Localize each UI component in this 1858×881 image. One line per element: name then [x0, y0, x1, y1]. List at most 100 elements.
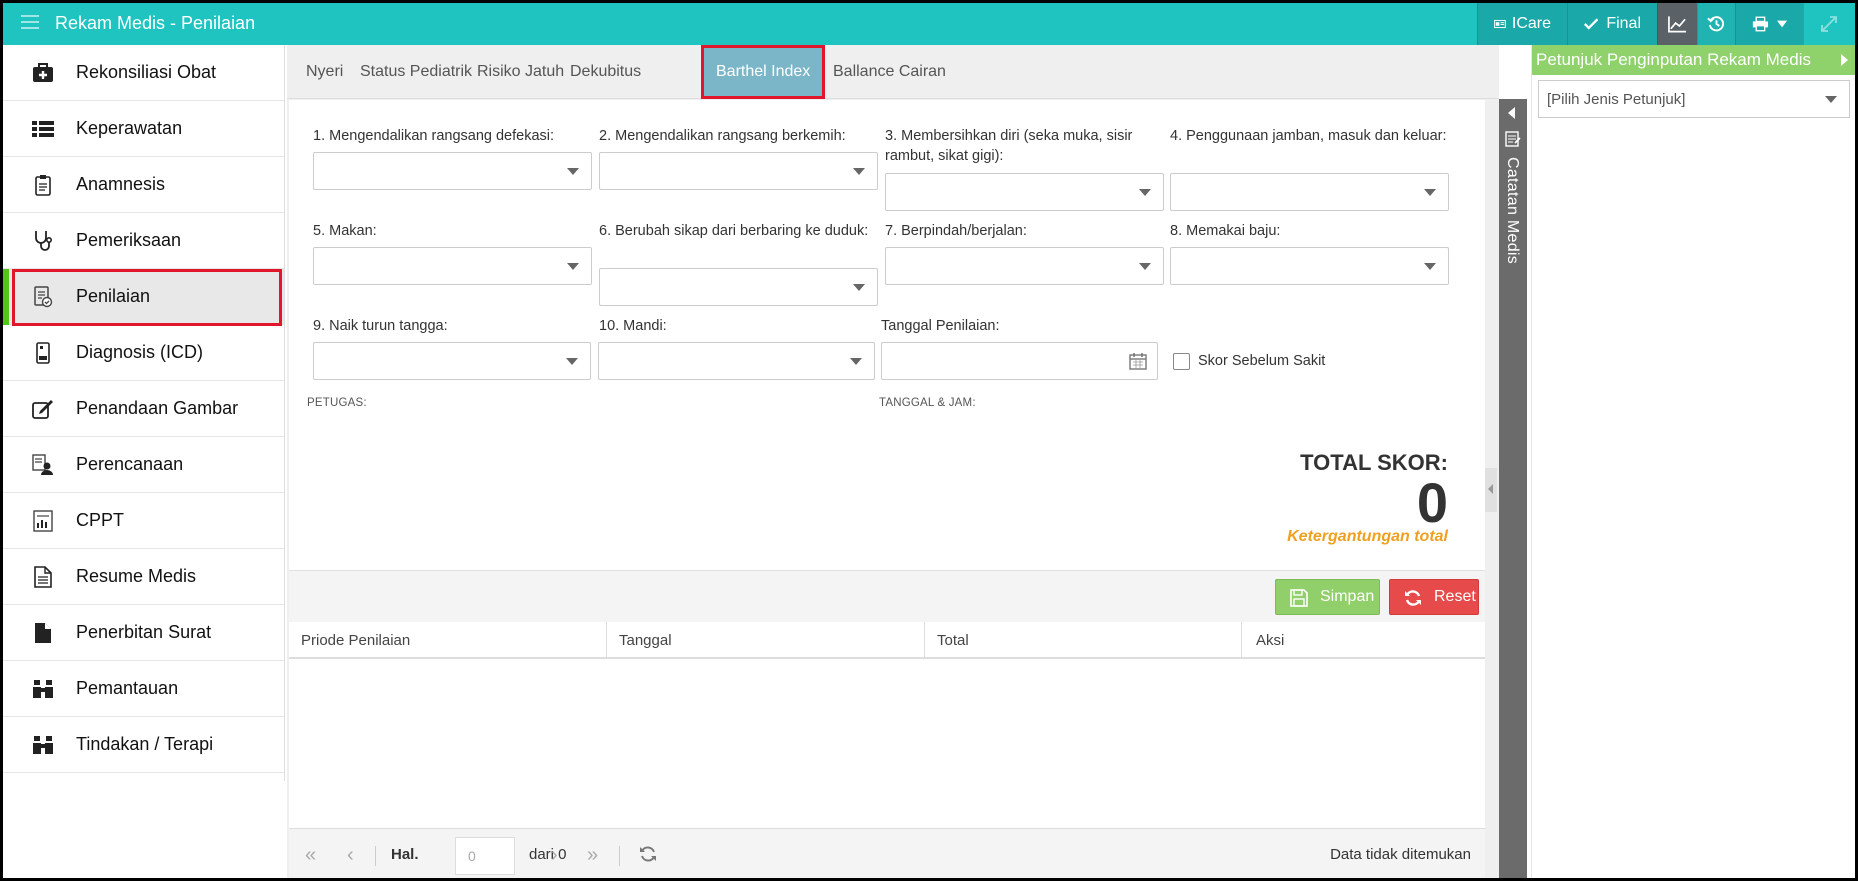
sidebar-item-label: Penilaian: [76, 286, 151, 306]
sidebar-item-resume-medis[interactable]: Resume Medis: [3, 549, 284, 605]
id-card-icon: [1494, 19, 1506, 29]
caret-down-icon: [567, 168, 579, 175]
sidebar-item-label: Resume Medis: [76, 566, 197, 586]
save-icon: [1290, 589, 1308, 607]
petunjuk-select-value: [Pilih Jenis Petunjuk]: [1547, 91, 1686, 108]
catatan-medis-panel-tab[interactable]: Catatan Medis: [1499, 99, 1527, 878]
history-icon: [1707, 16, 1724, 32]
q5-select[interactable]: [313, 247, 592, 285]
sidebar-item-label: Pemantauan: [76, 678, 179, 698]
column-header-periode[interactable]: Priode Penilaian: [289, 622, 607, 659]
sidebar-item-label: CPPT: [76, 510, 125, 530]
sidebar-item-tindakan-terapi[interactable]: Tindakan / Terapi: [3, 717, 284, 773]
tanggal-penilaian-input[interactable]: [881, 342, 1158, 380]
next-page-icon[interactable]: ›: [551, 844, 558, 867]
aksi-label: Aksi: [1256, 632, 1285, 649]
sidebar-item-diagnosis-icd[interactable]: Diagnosis (ICD): [3, 325, 284, 381]
last-page-icon[interactable]: »: [587, 844, 598, 867]
column-header-aksi[interactable]: Aksi: [1242, 622, 1485, 659]
expand-button[interactable]: [1803, 3, 1855, 45]
sidebar-item-label: Penerbitan Surat: [76, 622, 212, 642]
binoculars-icon: [31, 677, 55, 701]
first-page-icon[interactable]: «: [305, 844, 316, 867]
petunjuk-header[interactable]: Petunjuk Penginputan Rekam Medis: [1532, 45, 1855, 75]
save-label: Simpan: [1320, 588, 1375, 605]
sidebar-item-label: Diagnosis (ICD): [76, 342, 204, 362]
page-number-input[interactable]: 0: [455, 837, 515, 875]
icare-button[interactable]: ICare: [1477, 3, 1567, 45]
petugas-label: PETUGAS:: [307, 397, 367, 409]
pager-status: Data tidak ditemukan: [1330, 846, 1471, 863]
sidebar-item-perencanaan[interactable]: Perencanaan: [3, 437, 284, 493]
column-header-tanggal[interactable]: Tanggal: [607, 622, 925, 659]
q3-select[interactable]: [885, 173, 1164, 211]
action-bar: Simpan Reset: [289, 570, 1485, 622]
q7-select[interactable]: [885, 247, 1164, 285]
app-window: Rekam Medis - Penilaian ICare Final Reko…: [0, 0, 1858, 881]
q5-label: 5. Makan:: [313, 223, 377, 239]
refresh-icon[interactable]: [639, 845, 657, 863]
dependency-category: Ketergantungan total: [1287, 528, 1448, 545]
tab-status-pediatrik[interactable]: Status Pediatrik: [348, 45, 484, 99]
sidebar-item-penandaan-gambar[interactable]: Penandaan Gambar: [3, 381, 284, 437]
reset-button[interactable]: Reset: [1389, 579, 1479, 615]
prev-page-icon[interactable]: ‹: [347, 844, 354, 867]
chart-button[interactable]: [1657, 3, 1697, 45]
q4-label: 4. Penggunaan jamban, masuk dan keluar:: [1170, 128, 1447, 144]
stethoscope-icon: [31, 229, 55, 253]
final-label: Final: [1606, 15, 1641, 32]
calendar-icon[interactable]: [1129, 352, 1147, 370]
q4-select[interactable]: [1170, 173, 1449, 211]
refresh-icon: [1405, 590, 1421, 606]
assessment-table: Priode Penilaian Tanggal Total Aksi: [289, 622, 1485, 828]
q1-select[interactable]: [313, 152, 592, 190]
sidebar-item-anamnesis[interactable]: Anamnesis: [3, 157, 284, 213]
caret-down-icon: [566, 358, 578, 365]
tab-nyeri[interactable]: Nyeri: [294, 45, 355, 99]
q2-select[interactable]: [599, 152, 878, 190]
sidebar-item-pemantauan[interactable]: Pemantauan: [3, 661, 284, 717]
q8-label: 8. Memakai baju:: [1170, 223, 1281, 239]
final-button[interactable]: Final: [1567, 3, 1657, 45]
mobile-doc-icon: [31, 341, 55, 365]
skor-sebelum-sakit-checkbox[interactable]: [1173, 353, 1190, 370]
q10-select[interactable]: [598, 342, 875, 380]
tab-dekubitus[interactable]: Dekubitus: [558, 45, 653, 99]
caret-down-icon: [850, 358, 862, 365]
pager-divider: [375, 846, 376, 866]
history-button[interactable]: [1697, 3, 1735, 45]
sidebar-item-label: Tindakan / Terapi: [76, 734, 214, 754]
line-chart-icon: [1668, 16, 1687, 33]
q9-select[interactable]: [313, 342, 591, 380]
plan-user-icon: [31, 453, 55, 477]
save-button[interactable]: Simpan: [1275, 579, 1380, 615]
tab-barthel-index[interactable]: Barthel Index: [701, 45, 826, 99]
sidebar-item-pemeriksaan[interactable]: Pemeriksaan: [3, 213, 284, 269]
petunjuk-type-select[interactable]: [Pilih Jenis Petunjuk]: [1538, 80, 1850, 118]
tab-ballance-cairan[interactable]: Ballance Cairan: [821, 45, 958, 99]
sidebar-item-label: Penandaan Gambar: [76, 398, 239, 418]
tab-bar: Nyeri Status Pediatrik Risiko Jatuh Deku…: [287, 45, 1499, 99]
q6-select[interactable]: [599, 268, 878, 306]
caret-left-icon: [1508, 107, 1515, 119]
medkit-icon: [31, 61, 55, 85]
sidebar-item-cppt[interactable]: CPPT: [3, 493, 284, 549]
q8-select[interactable]: [1170, 247, 1449, 285]
clipboard-icon: [31, 173, 55, 197]
print-button[interactable]: [1735, 3, 1803, 45]
sidebar-item-penerbitan-surat[interactable]: Penerbitan Surat: [3, 605, 284, 661]
q10-label: 10. Mandi:: [599, 318, 667, 334]
column-header-total[interactable]: Total: [925, 622, 1242, 659]
sidebar-item-rekonsiliasi-obat[interactable]: Rekonsiliasi Obat: [3, 45, 284, 101]
sidebar-item-keperawatan[interactable]: Keperawatan: [3, 101, 284, 157]
table-header: Priode Penilaian Tanggal Total Aksi: [289, 622, 1485, 659]
q1-label: 1. Mengendalikan rangsang defekasi:: [313, 128, 555, 144]
collapse-handle[interactable]: [1485, 468, 1497, 512]
q7-label: 7. Berpindah/berjalan:: [885, 223, 1027, 239]
edit-icon: [31, 397, 55, 421]
hamburger-menu-icon[interactable]: [21, 15, 39, 31]
binoculars-icon: [31, 733, 55, 757]
sidebar-item-penilaian[interactable]: Penilaian: [3, 269, 284, 326]
print-icon: [1752, 16, 1769, 32]
assessment-icon: [31, 285, 55, 309]
